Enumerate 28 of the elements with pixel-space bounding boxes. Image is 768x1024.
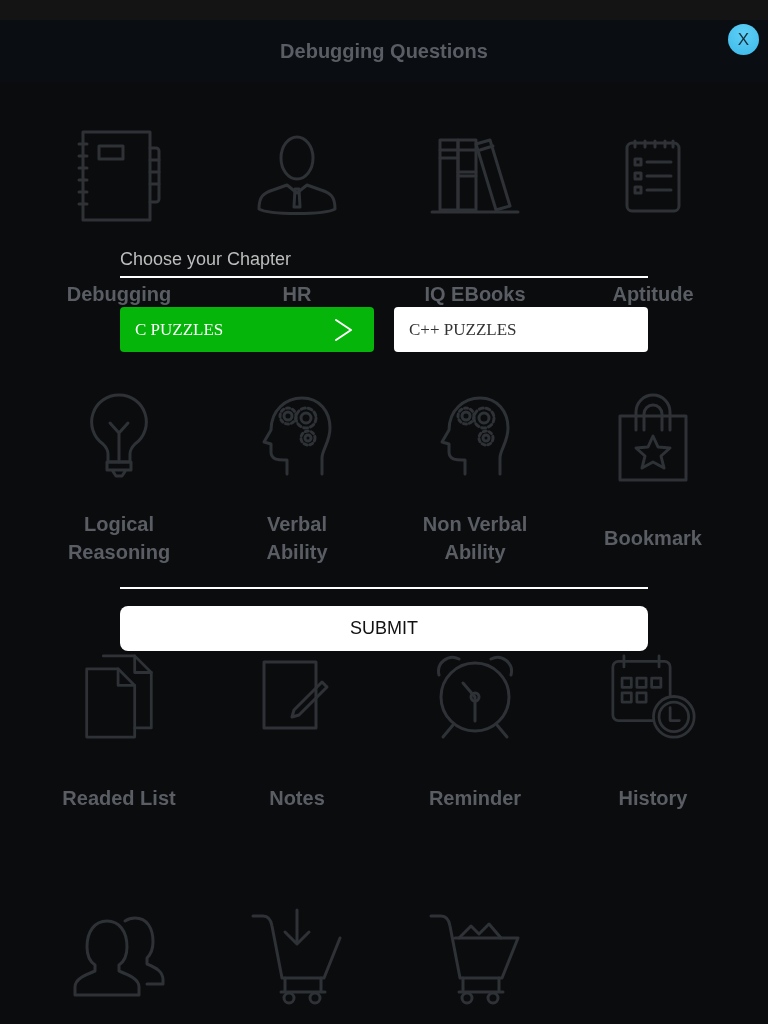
tile-label: HR: [282, 282, 312, 306]
tile-label: Debugging: [66, 282, 172, 306]
tile-label: Readed List: [62, 786, 176, 811]
submit-button[interactable]: SUBMIT: [120, 605, 648, 651]
chevron-right-icon: [335, 318, 352, 341]
tile-label: History: [618, 786, 688, 811]
dialog-title: Choose your Chapter: [120, 248, 293, 271]
tile-label: Verbal Ability: [265, 512, 329, 565]
calendar-clock-icon: [610, 653, 696, 739]
chapter-option[interactable]: C++ PUZZLES: [394, 307, 648, 352]
head-gears-icon: [440, 396, 510, 476]
tile-label: Non Verbal Ability: [421, 512, 529, 565]
page-title: Debugging Questions: [280, 39, 488, 63]
tile-label: Logical Reasoning: [66, 512, 172, 565]
notebook-icon: [77, 130, 161, 222]
person-icon: [257, 135, 337, 217]
users-icon: [73, 915, 165, 997]
tile-label: IQ EBooks: [424, 282, 526, 306]
documents-icon: [83, 653, 155, 739]
books-icon: [430, 138, 520, 214]
lightbulb-icon: [90, 393, 148, 479]
checklist-icon: [625, 139, 681, 213]
tile-label: Reminder: [428, 786, 522, 811]
tile-label: Bookmark: [604, 526, 702, 551]
cart-arrow-icon: [251, 908, 343, 1004]
tile-label: Notes: [269, 786, 325, 811]
tile-label: Aptitude: [612, 282, 694, 306]
head-gears-icon: [262, 396, 332, 476]
